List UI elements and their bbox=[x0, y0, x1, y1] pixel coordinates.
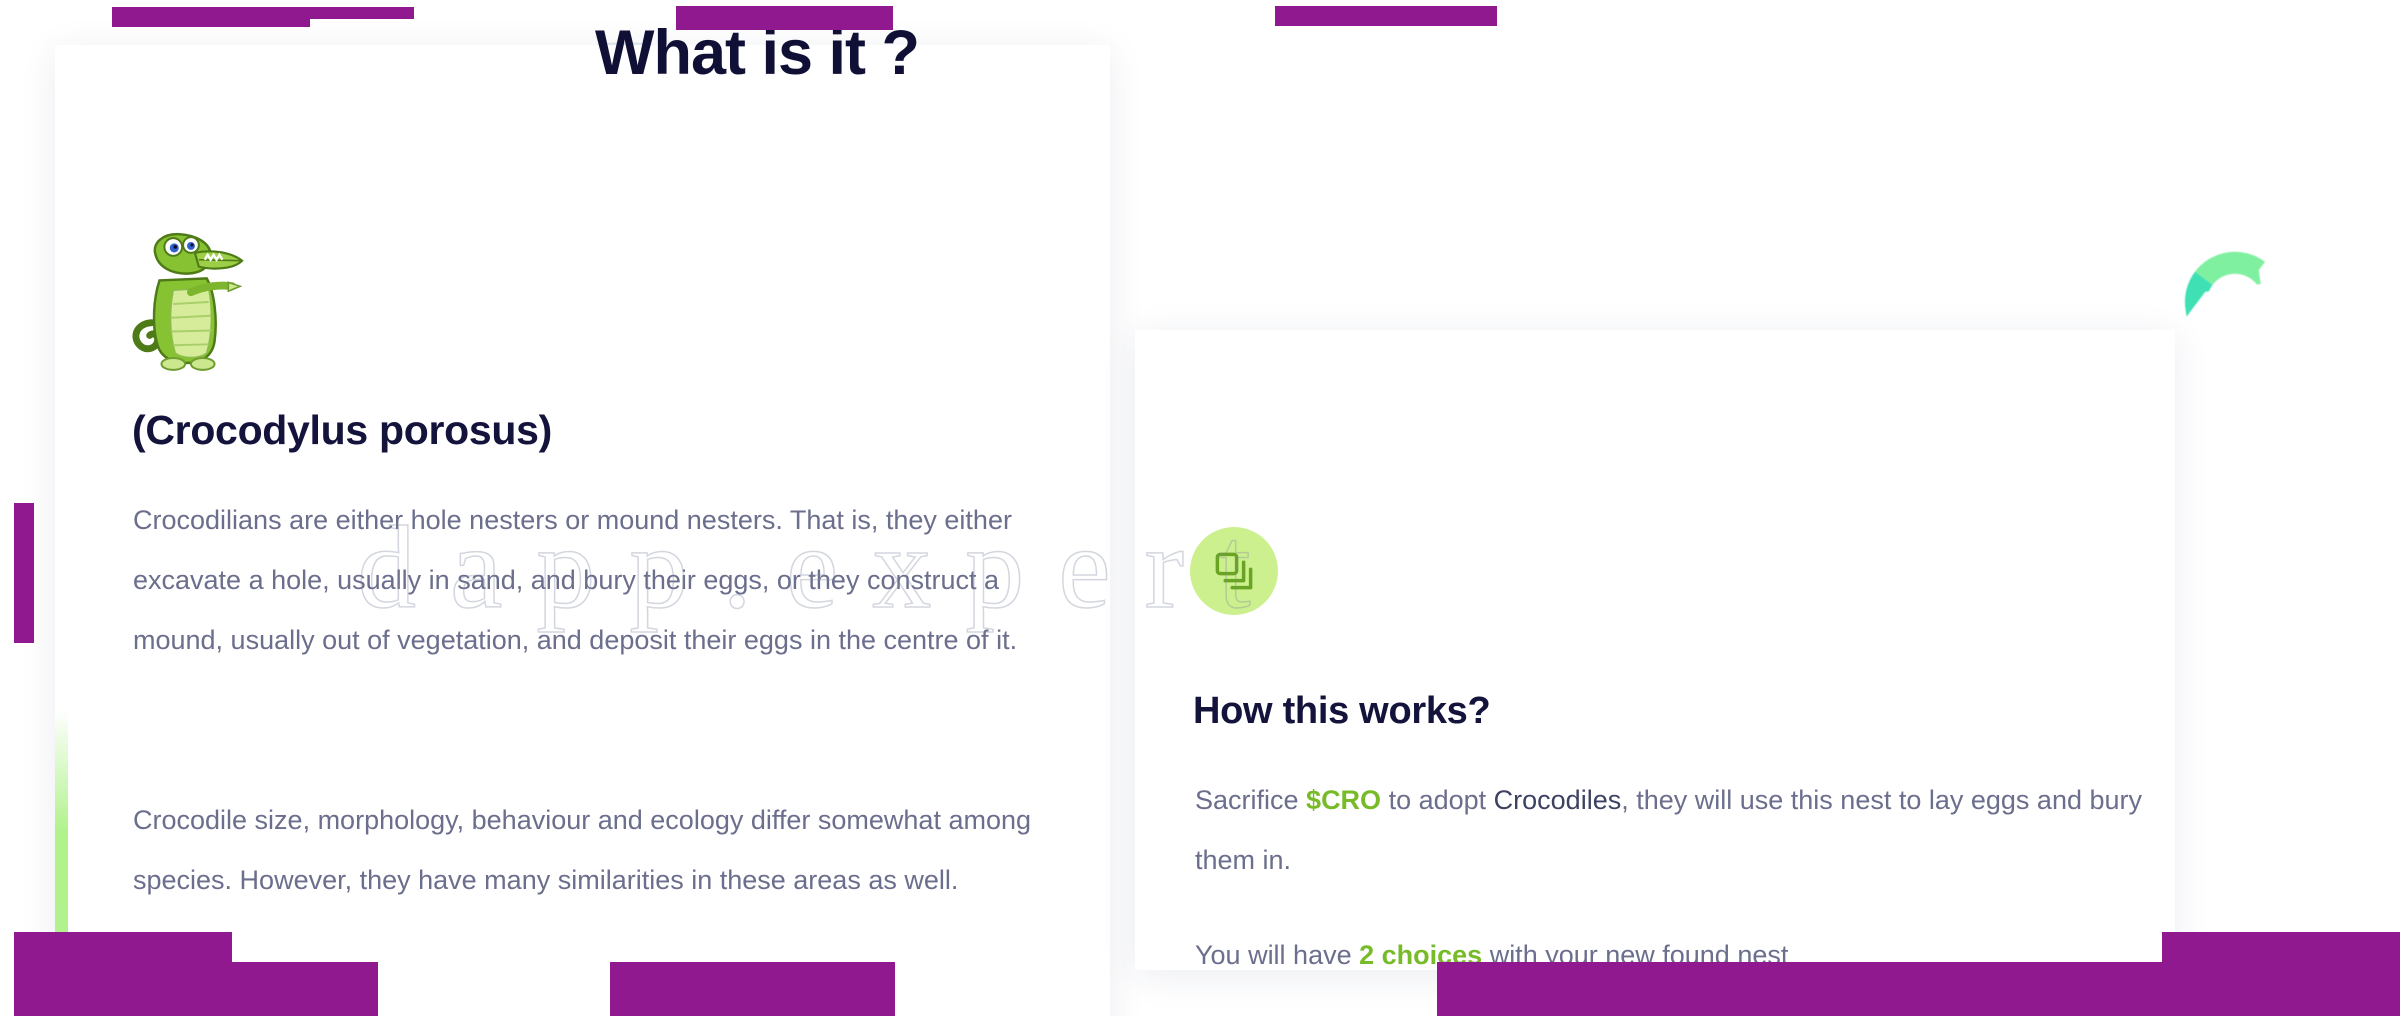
how-this-works-body: Sacrifice $CRO to adopt Crocodiles, they… bbox=[1195, 770, 2155, 890]
stacked-squares-icon bbox=[1190, 527, 1278, 615]
crocodile-mascot-icon bbox=[130, 228, 248, 378]
decor-bar-top-left-thick bbox=[112, 7, 310, 27]
left-paragraph-2: Crocodile size, morphology, behaviour an… bbox=[133, 805, 1032, 895]
how-this-works-heading: How this works? bbox=[1193, 690, 1491, 732]
green-arc-decoration bbox=[2178, 245, 2286, 317]
decor-bar-top-right bbox=[1275, 6, 1497, 26]
decor-bar-top-center bbox=[676, 6, 893, 30]
decor-bar-left-vertical bbox=[14, 503, 34, 643]
how-this-works-body-2: You will have 2 choices with your new fo… bbox=[1195, 925, 2155, 965]
decor-bar-bottom-center bbox=[610, 962, 895, 1016]
species-title: (Crocodylus porosus) bbox=[132, 407, 552, 453]
decor-bar-bottom-right-a bbox=[1437, 962, 2237, 1016]
cro-token-label: $CRO bbox=[1306, 785, 1382, 815]
page-root: What is it ? (Crocodylus porosus) Crocod… bbox=[0, 0, 2400, 1016]
left-paragraph-1: Crocodilians are either hole nesters or … bbox=[133, 505, 1018, 655]
body-middle: to adopt bbox=[1381, 785, 1494, 815]
body2-lead: You will have bbox=[1195, 940, 1360, 965]
decor-bar-bottom-left-b bbox=[14, 962, 378, 1016]
crocodiles-label: Crocodiles bbox=[1493, 785, 1622, 815]
decor-bar-bottom-right-b bbox=[2162, 932, 2400, 1016]
body-lead: Sacrifice bbox=[1195, 785, 1307, 815]
